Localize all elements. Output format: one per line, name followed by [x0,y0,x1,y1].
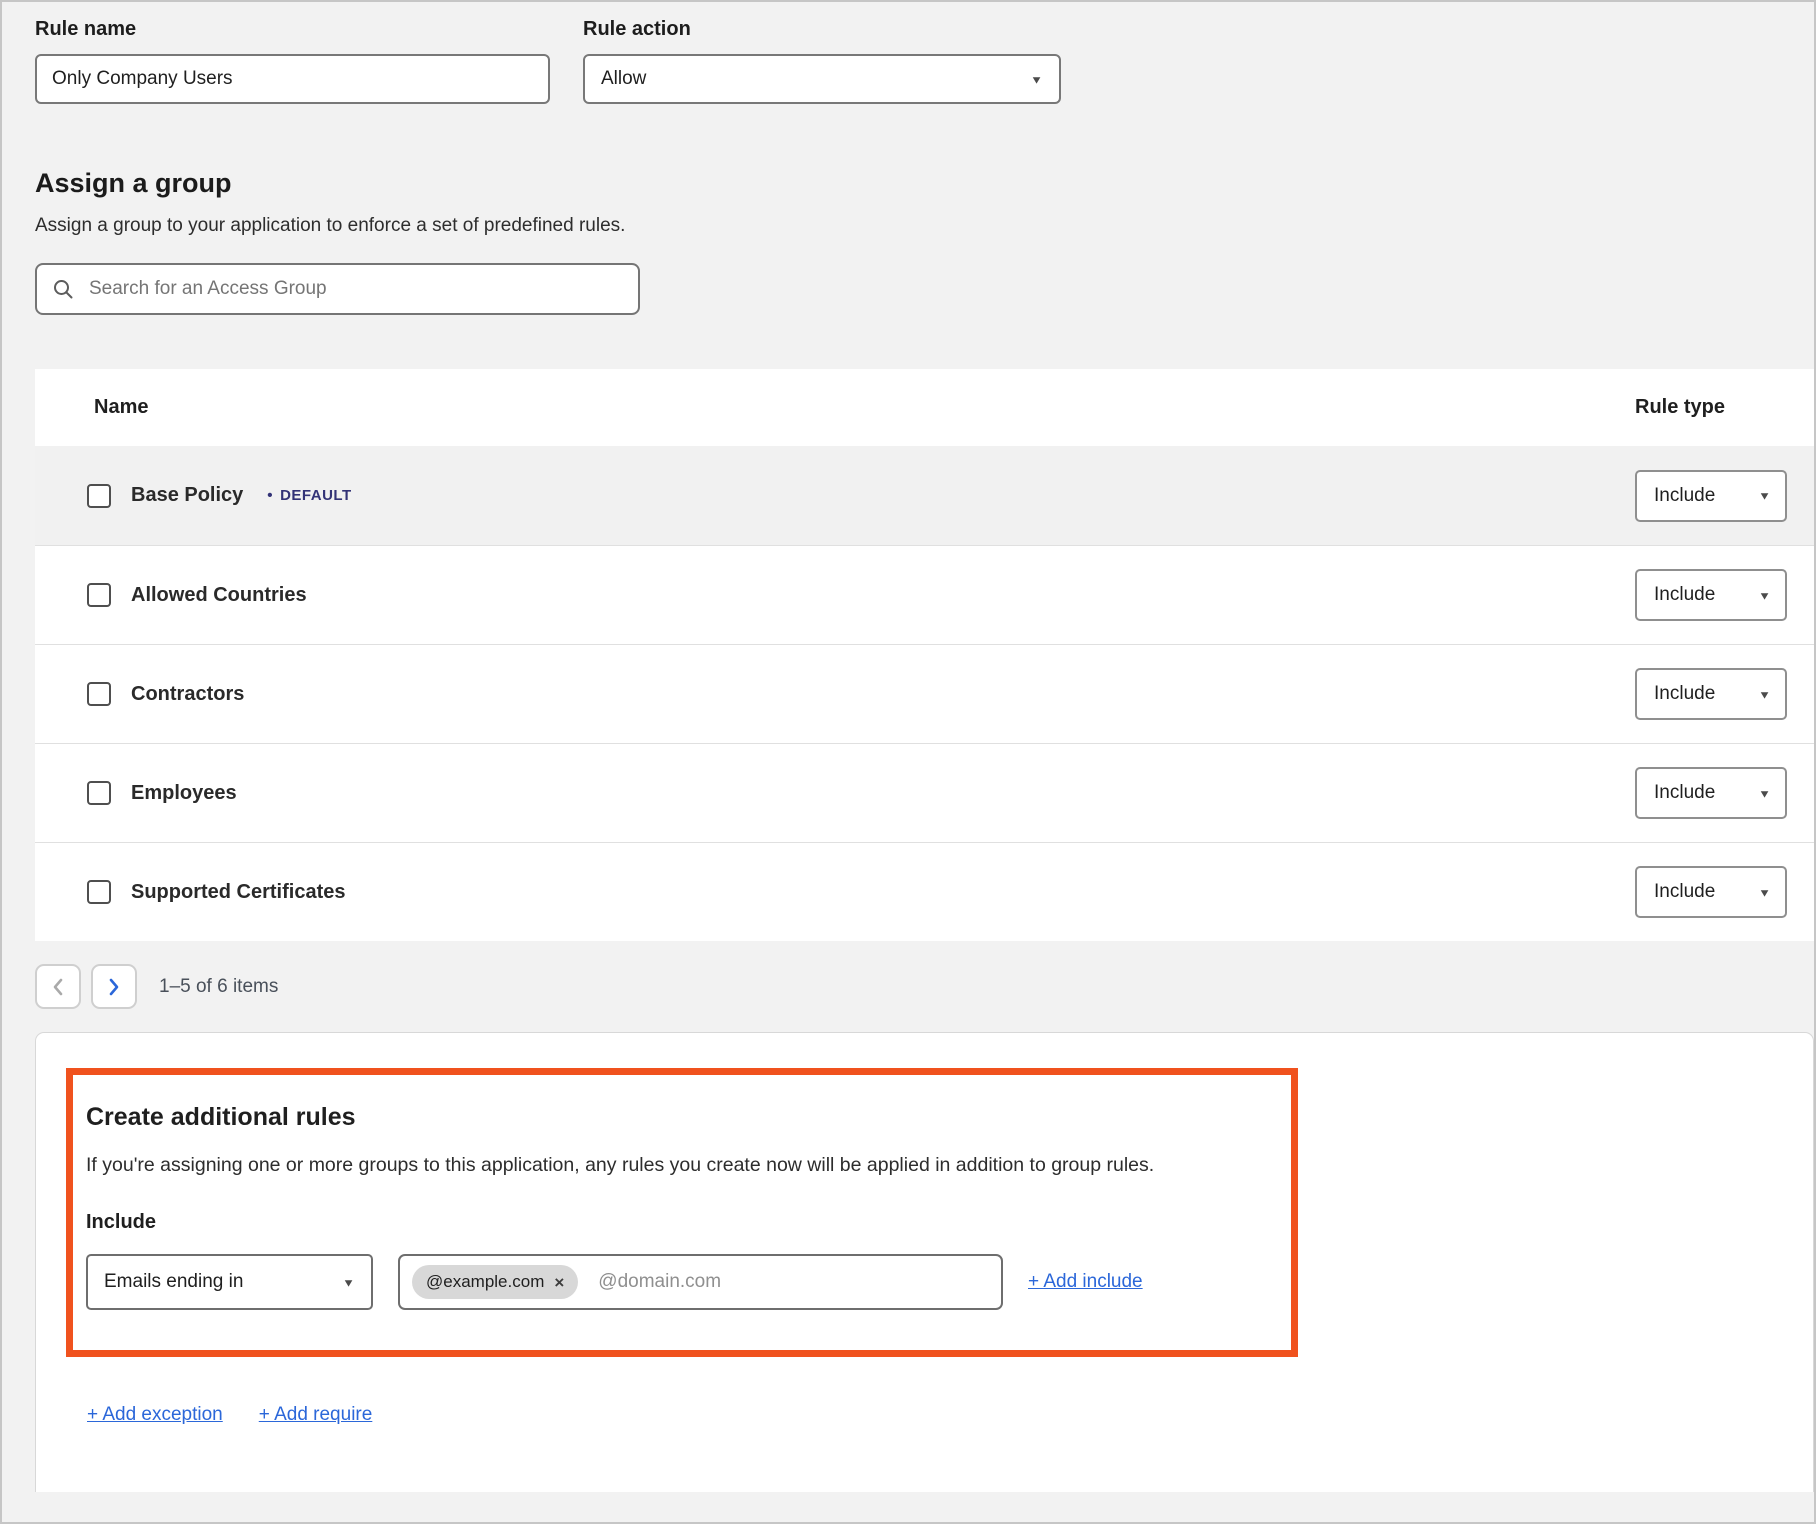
rule-type-select[interactable]: Include ▼ [1635,569,1787,621]
table-row: Employees Include ▼ [35,743,1814,842]
rule-action-select[interactable]: Allow ▼ [583,54,1061,104]
chevron-right-icon [108,978,120,996]
include-label: Include [86,1211,1271,1234]
badge-label: DEFAULT [280,487,352,504]
row-checkbox[interactable] [87,682,111,706]
table-row: Contractors Include ▼ [35,644,1814,743]
condition-value: Emails ending in [104,1271,243,1293]
group-name: Contractors [131,683,244,706]
next-page-button[interactable] [91,964,137,1009]
chevron-down-icon: ▼ [1758,787,1771,798]
condition-select[interactable]: Emails ending in ▼ [86,1254,373,1310]
assign-group-description: Assign a group to your application to en… [35,215,1814,237]
domain-input[interactable] [596,1270,989,1294]
pagination-label: 1–5 of 6 items [159,976,278,998]
email-domains-input[interactable]: @example.com × [398,1254,1003,1310]
group-name: Employees [131,782,237,805]
include-rule-row: Emails ending in ▼ @example.com × + Add … [86,1254,1271,1310]
prev-page-button[interactable] [35,964,81,1009]
row-checkbox[interactable] [87,781,111,805]
table-row: Base Policy • DEFAULT Include ▼ [35,446,1814,545]
access-groups-table: Name Rule type Base Policy • DEFAULT Inc… [35,369,1814,941]
group-name: Supported Certificates [131,881,345,904]
chevron-down-icon: ▼ [1758,490,1771,501]
row-checkbox[interactable] [87,484,111,508]
row-checkbox[interactable] [87,583,111,607]
search-icon [52,278,74,300]
rule-type-select[interactable]: Include ▼ [1635,668,1787,720]
badge-bullet: • [267,487,273,504]
rule-type-value: Include [1654,683,1715,705]
rule-type-value: Include [1654,584,1715,606]
table-row: Supported Certificates Include ▼ [35,842,1814,941]
chip-label: @example.com [426,1272,544,1292]
rule-name-input[interactable] [35,54,550,104]
group-name: Allowed Countries [131,584,307,607]
access-group-searchbox[interactable] [35,263,640,315]
chevron-down-icon: ▼ [1030,73,1043,84]
search-input[interactable] [87,277,623,301]
rule-type-value: Include [1654,881,1715,903]
column-header-name: Name [94,396,1622,419]
assign-group-heading: Assign a group [35,168,1814,199]
additional-rules-description: If you're assigning one or more groups t… [86,1154,1271,1177]
rule-type-value: Include [1654,782,1715,804]
group-name: Base Policy [131,484,243,507]
remove-chip-icon[interactable]: × [554,1274,564,1291]
rule-type-value: Include [1654,485,1715,507]
rule-type-select[interactable]: Include ▼ [1635,767,1787,819]
rule-name-label: Rule name [35,18,550,41]
table-row: Allowed Countries Include ▼ [35,545,1814,644]
additional-rules-card: Create additional rules If you're assign… [35,1032,1814,1492]
rule-links-row: + Add exception + Add require [87,1404,1813,1426]
rule-form: Rule name Rule action Allow ▼ [35,18,1814,104]
chevron-left-icon [52,978,64,996]
rule-action-label: Rule action [583,18,1061,41]
rule-settings-page: Rule name Rule action Allow ▼ Assign a g… [2,2,1814,1492]
highlight-box: Create additional rules If you're assign… [66,1068,1298,1357]
row-checkbox[interactable] [87,880,111,904]
pagination: 1–5 of 6 items [35,964,1814,1009]
table-header: Name Rule type [35,369,1814,446]
email-chip: @example.com × [412,1265,578,1299]
default-badge: • DEFAULT [267,487,351,504]
chevron-down-icon: ▼ [1758,886,1771,897]
add-require-link[interactable]: + Add require [259,1404,373,1426]
chevron-down-icon: ▼ [1758,688,1771,699]
column-header-rule-type: Rule type [1622,396,1814,419]
rule-name-field: Rule name [35,18,550,104]
rule-action-value: Allow [601,68,646,90]
add-include-link[interactable]: + Add include [1028,1271,1143,1293]
rule-action-field: Rule action Allow ▼ [583,18,1061,104]
chevron-down-icon: ▼ [1758,589,1771,600]
rule-type-select[interactable]: Include ▼ [1635,866,1787,918]
chevron-down-icon: ▼ [342,1276,355,1287]
additional-rules-heading: Create additional rules [86,1103,1271,1132]
add-exception-link[interactable]: + Add exception [87,1404,223,1426]
rule-type-select[interactable]: Include ▼ [1635,470,1787,522]
